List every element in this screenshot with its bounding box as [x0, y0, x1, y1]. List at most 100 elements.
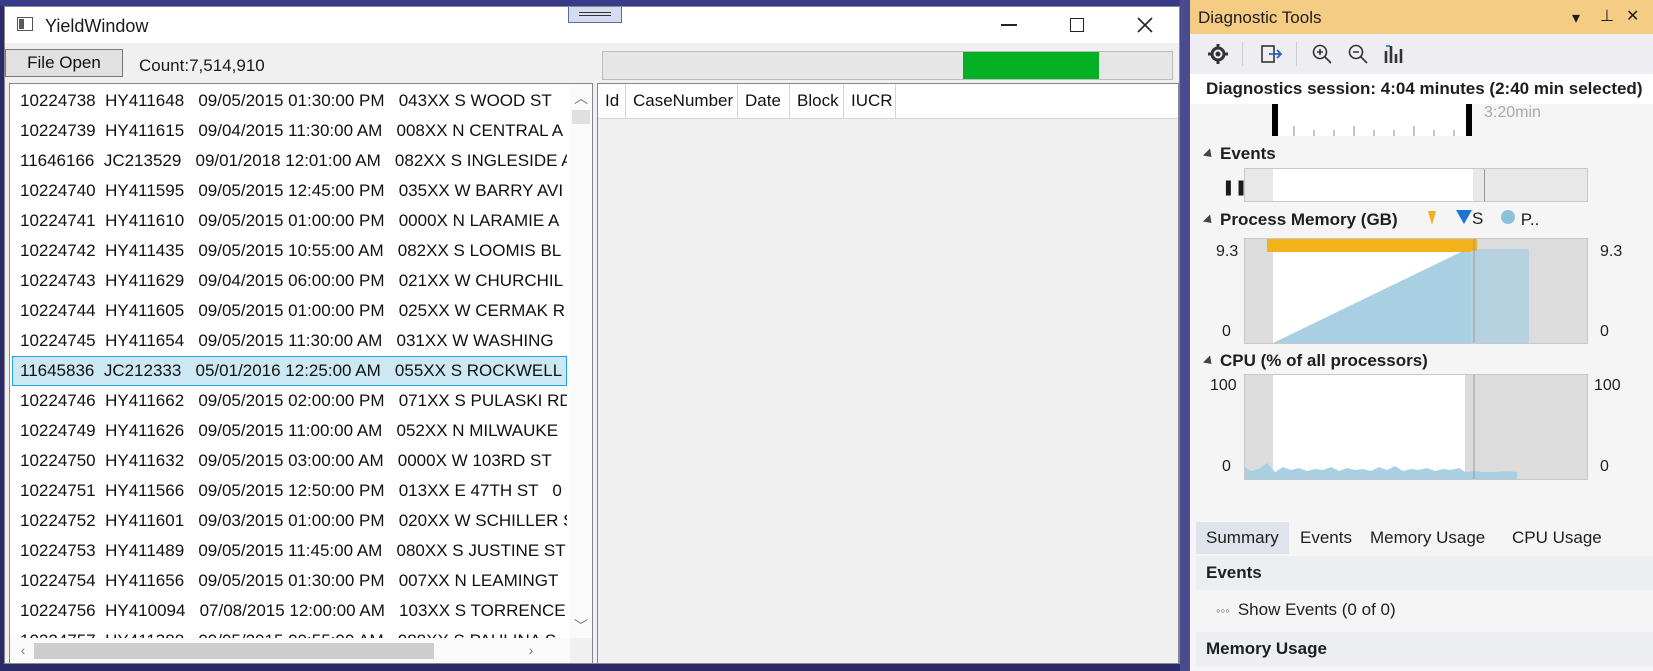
list-item[interactable]: 10224752 HY411601 09/03/2015 01:00:00 PM… [12, 506, 567, 536]
tab-memory-usage[interactable]: Memory Usage [1360, 522, 1495, 554]
column-header-iucr[interactable]: IUCR [844, 84, 896, 118]
events-marker [1484, 169, 1485, 201]
list-item[interactable]: 10224745 HY411654 09/05/2015 11:30:00 AM… [12, 326, 567, 356]
scroll-right-icon[interactable]: › [520, 642, 542, 658]
window-app-icon [17, 17, 33, 31]
maximize-button[interactable] [1043, 7, 1111, 43]
horizontal-scroll-thumb[interactable] [34, 643, 434, 659]
memory-max-left: 9.3 [1216, 243, 1239, 260]
memory-max-right: 9.3 [1600, 243, 1623, 260]
collapse-icon [1202, 148, 1216, 161]
diagnostic-toolbar [1190, 34, 1653, 74]
cpu-max-left: 100 [1210, 377, 1237, 394]
session-summary: Diagnostics session: 4:04 minutes (2:40 … [1190, 74, 1653, 104]
events-link-icon: ◦◦◦ [1216, 603, 1230, 618]
summary-events-header: Events [1196, 556, 1653, 590]
summary-memory-header: Memory Usage [1196, 632, 1653, 666]
gc-legend-icon [1426, 209, 1438, 232]
progress-bar [602, 51, 1173, 80]
tab-summary[interactable]: Summary [1196, 522, 1289, 554]
diagnostic-title: Diagnostic Tools [1198, 8, 1322, 27]
diagnostic-tools-panel: Diagnostic Tools ▾ ⊥ ✕ Diagnostics sessi… [1190, 0, 1653, 671]
file-open-button[interactable]: File Open [5, 49, 123, 77]
settings-gear-icon[interactable] [1206, 42, 1230, 66]
list-item[interactable]: 10224749 HY411626 09/05/2015 11:00:00 AM… [12, 416, 567, 446]
chart-select-icon[interactable] [1382, 42, 1406, 66]
diagnostic-tabs: Summary Events Memory Usage CPU Usage [1196, 522, 1653, 554]
collapse-icon [1202, 355, 1216, 368]
zoom-out-icon[interactable] [1346, 42, 1370, 66]
timeline-ruler[interactable]: 3:20min [1244, 104, 1588, 136]
events-selection [1273, 169, 1473, 201]
list-item[interactable]: 10224753 HY411489 09/05/2015 11:45:00 AM… [12, 536, 567, 566]
tab-events[interactable]: Events [1290, 522, 1362, 554]
column-header-casenumber[interactable]: CaseNumber [626, 84, 738, 118]
memory-section-header[interactable]: Process Memory (GB) [1202, 210, 1398, 230]
memory-min-left: 0 [1222, 323, 1231, 340]
count-value: 7,514,910 [189, 56, 265, 75]
maximize-icon [1070, 18, 1084, 32]
cpu-max-right: 100 [1594, 377, 1621, 394]
toolbar-separator [1296, 42, 1297, 66]
private-bytes-legend: P.. [1500, 209, 1539, 230]
list-vertical-scrollbar[interactable]: ︿ ﹀ [570, 84, 592, 640]
dropdown-icon[interactable]: ▾ [1572, 8, 1580, 28]
show-events-link[interactable]: ◦◦◦ Show Events (0 of 0) [1216, 600, 1396, 620]
close-button[interactable] [1111, 7, 1179, 43]
close-panel-icon[interactable]: ✕ [1626, 6, 1639, 26]
export-icon[interactable] [1260, 42, 1284, 66]
progress-fill [962, 52, 1099, 79]
scroll-left-icon[interactable]: ‹ [12, 642, 34, 658]
memory-graph [1245, 239, 1587, 343]
scroll-down-icon[interactable]: ﹀ [570, 616, 592, 636]
minimize-button[interactable] [975, 7, 1043, 43]
memory-chart[interactable] [1244, 238, 1588, 344]
column-header-date[interactable]: Date [738, 84, 790, 118]
cpu-section-header[interactable]: CPU (% of all processors) [1202, 351, 1428, 371]
memory-min-right: 0 [1600, 323, 1609, 340]
title-bar[interactable]: YieldWindow [5, 7, 1179, 43]
list-item[interactable]: 10224746 HY411662 09/05/2015 02:00:00 PM… [12, 386, 567, 416]
list-item[interactable]: 10224741 HY411610 09/05/2015 01:00:00 PM… [12, 206, 567, 236]
list-item[interactable]: 10224742 HY411435 09/05/2015 10:55:00 AM… [12, 236, 567, 266]
vertical-scroll-thumb[interactable] [572, 110, 590, 124]
list-horizontal-scrollbar[interactable]: ‹ › [10, 638, 570, 663]
cpu-graph [1245, 375, 1587, 479]
cpu-min-right: 0 [1600, 458, 1609, 475]
data-grid[interactable]: Id CaseNumber Date Block IUCR [597, 83, 1179, 663]
grid-header: Id CaseNumber Date Block IUCR [598, 84, 1178, 119]
minimize-icon [1001, 24, 1017, 26]
zoom-in-icon[interactable] [1310, 42, 1334, 66]
record-count: Count:7,514,910 [139, 56, 265, 76]
yield-window: YieldWindow File Open Count:7,514,910 10… [4, 6, 1180, 664]
cpu-min-left: 0 [1222, 458, 1231, 475]
column-header-id[interactable]: Id [598, 84, 626, 118]
list-item[interactable]: 10224740 HY411595 09/05/2015 12:45:00 PM… [12, 176, 567, 206]
count-label: Count: [139, 56, 190, 75]
list-item[interactable]: 10224754 HY411656 09/05/2015 01:30:00 PM… [12, 566, 567, 596]
cpu-chart[interactable] [1244, 374, 1588, 480]
ruler-label: 3:20min [1484, 104, 1541, 121]
pin-icon[interactable]: ⊥ [1600, 6, 1614, 26]
list-item[interactable]: 10224743 HY411629 09/04/2015 06:00:00 PM… [12, 266, 567, 296]
column-header-block[interactable]: Block [790, 84, 844, 118]
events-section-header[interactable]: Events [1202, 144, 1276, 164]
list-item[interactable]: 10224750 HY411632 09/05/2015 03:00:00 AM… [12, 446, 567, 476]
scroll-up-icon[interactable]: ︿ [570, 88, 592, 108]
list-item[interactable]: 10224756 HY410094 07/08/2015 12:00:00 AM… [12, 596, 567, 626]
list-item[interactable]: 10224739 HY411615 09/04/2015 11:30:00 AM… [12, 116, 567, 146]
diagnostic-title-bar[interactable]: Diagnostic Tools ▾ ⊥ ✕ [1190, 0, 1653, 34]
list-item[interactable]: 11645836 JC212333 05/01/2016 12:25:00 AM… [12, 356, 567, 386]
list-item[interactable]: 10224744 HY411605 09/05/2015 01:00:00 PM… [12, 296, 567, 326]
drag-grip-icon[interactable] [568, 7, 622, 23]
close-icon [1137, 17, 1153, 33]
tab-cpu-usage[interactable]: CPU Usage [1502, 522, 1612, 554]
list-item[interactable]: 10224738 HY411648 09/05/2015 01:30:00 PM… [12, 86, 567, 116]
list-item[interactable]: 10224751 HY411566 09/05/2015 12:50:00 PM… [12, 476, 567, 506]
events-track[interactable] [1244, 168, 1588, 202]
snapshot-legend: S [1456, 209, 1483, 229]
collapse-icon [1202, 214, 1216, 227]
record-list[interactable]: 10224757 HY411388 09/05/2015 09:55:00 AM… [9, 83, 593, 663]
list-item[interactable]: 11646166 JC213529 09/01/2018 12:01:00 AM… [12, 146, 567, 176]
panel-splitter[interactable] [1180, 0, 1190, 671]
